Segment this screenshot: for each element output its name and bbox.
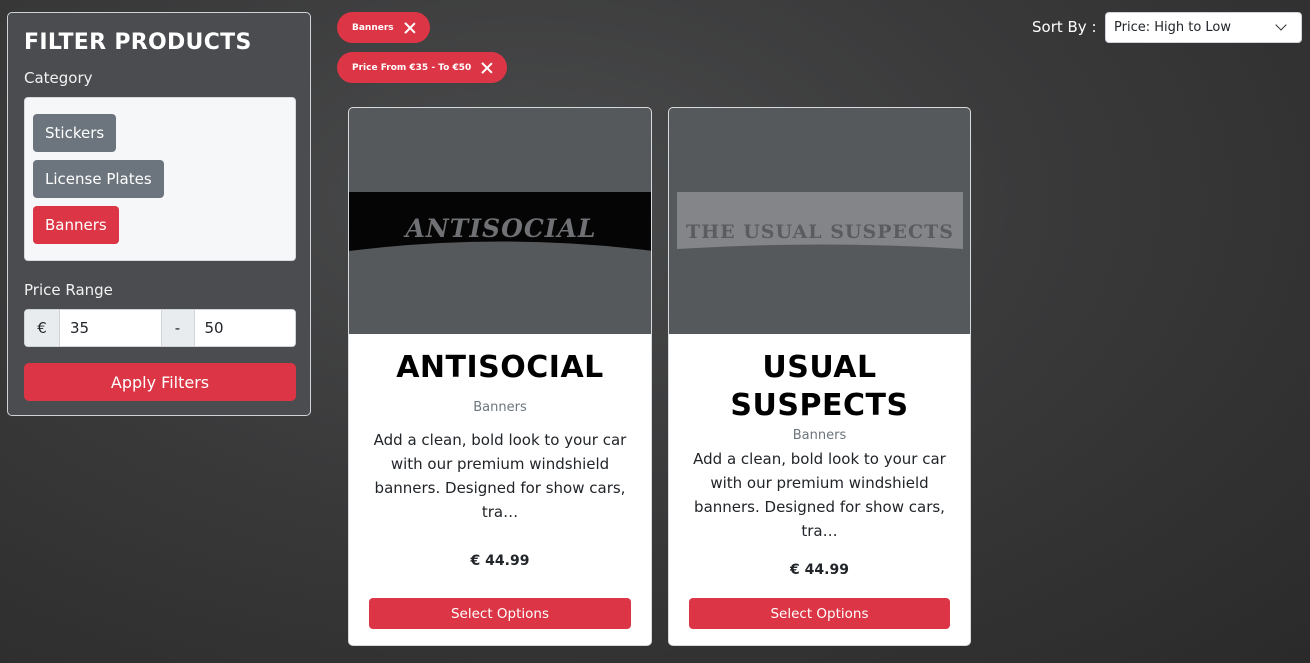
product-title[interactable]: ANTISOCIAL [349,349,651,387]
product-title[interactable]: USUAL SUSPECTS [669,349,970,425]
svg-text:THE USUAL SUSPECTS: THE USUAL SUSPECTS [686,221,954,243]
currency-symbol: € [25,310,60,346]
product-category: Banners [473,400,527,415]
category-list: Stickers License Plates Banners [24,97,296,261]
category-button-banners[interactable]: Banners [33,206,119,244]
sort-selected-value: Price: High to Low [1114,20,1232,35]
price-max-input[interactable] [194,310,295,346]
select-options-button[interactable]: Select Options [369,598,631,629]
product-description: Add a clean, bold look to your car with … [693,450,946,540]
banner-image-usual-suspects: THE USUAL SUSPECTS [677,192,963,249]
banner-image-antisocial: ANTISOCIAL [349,192,651,251]
category-label: Category [24,69,93,87]
active-filter-chip-price[interactable]: Price From €35 - To €50 [337,52,508,83]
filter-panel: FILTER PRODUCTS Category Stickers Licens… [7,12,311,416]
sort-label: Sort By : [1032,18,1097,36]
active-filter-chip-banners[interactable]: Banners [337,12,430,43]
select-options-button[interactable]: Select Options [689,598,950,629]
category-button-stickers[interactable]: Stickers [33,114,117,152]
product-card: ANTISOCIAL ANTISOCIAL Banners Add a clea… [348,107,652,646]
price-range-group: € - [24,309,296,347]
chip-label: Price From €35 - To €50 [352,62,472,73]
product-price: € 44.99 [790,562,849,578]
price-separator: - [160,310,195,346]
chevron-down-icon [1275,19,1287,31]
filter-title: FILTER PRODUCTS [24,30,252,55]
price-range-label: Price Range [24,281,113,299]
apply-filters-button[interactable]: Apply Filters [24,363,296,401]
close-icon[interactable] [481,62,493,74]
product-description: Add a clean, bold look to your car with … [373,431,627,521]
product-image[interactable]: THE USUAL SUSPECTS [669,108,970,334]
svg-text:ANTISOCIAL: ANTISOCIAL [404,214,597,243]
category-button-license-plates[interactable]: License Plates [33,160,164,198]
product-category: Banners [792,428,847,443]
product-price: € 44.99 [470,553,530,569]
chip-label: Banners [352,22,394,33]
close-icon[interactable] [404,22,416,34]
product-card: THE USUAL SUSPECTS USUAL SUSPECTS Banner… [668,107,971,646]
price-min-input[interactable] [60,310,161,346]
sort-select[interactable]: Price: High to Low [1105,12,1302,43]
product-image[interactable]: ANTISOCIAL [349,108,651,334]
